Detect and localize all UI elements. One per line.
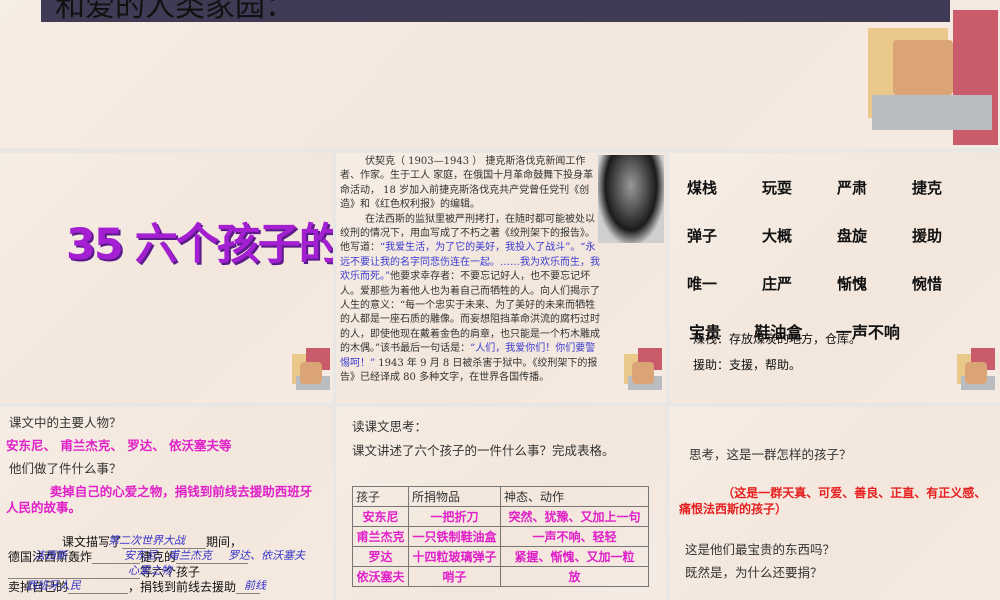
- question: 他们做了件什么事？: [9, 461, 122, 476]
- vocab-word: 严肃: [837, 179, 868, 197]
- question: 这是他们最宝贵的东西吗？: [685, 542, 836, 557]
- author-bio: 伏契克（ 1903—1943 ） 捷克斯洛伐克新闻工作者、作家。生于工人 家庭，…: [340, 155, 602, 386]
- donation-table: 孩子 所捐物品 神态、动作 安东尼 一把折刀 突然、犹豫、又加上一句 甫兰杰克 一只铁制鞋油盒…: [352, 486, 649, 587]
- slide-author-bio[interactable]: 伏契克（ 1903—1943 ） 捷克斯洛伐克新闻工作者、作家。生于工人 家庭，…: [336, 153, 666, 403]
- table-cell: 哨子: [408, 566, 501, 587]
- fill-answer: 心爱之物: [128, 564, 172, 577]
- bio-text: 他要求幸存者：不要忘记好人，也不要忘记坏人。爱那些为着他人也为着自己而牺牲的人。…: [340, 271, 600, 355]
- column-header: 孩子: [352, 486, 409, 507]
- fill-answer: 法西斯: [34, 549, 67, 562]
- vocab-definition: 援助：支援，帮助。: [693, 358, 802, 372]
- vocab-definition: 煤栈：存放煤炭的地方，仓库。: [693, 332, 862, 346]
- vocab-word: 惭愧: [837, 275, 868, 293]
- vocab-word: 捷克: [912, 179, 943, 197]
- slide-vocabulary[interactable]: 煤栈 玩耍 严肃 捷克 弹子 大概 盘旋 援助 唯一 庄严 惭愧 惋惜 宝贵 鞋油盒 一声不响 煤栈：…: [669, 153, 1000, 403]
- cat-illustration: [868, 10, 998, 145]
- table-cell: 一把折刀: [408, 506, 501, 527]
- bio-text: 1943 年 9 月 8 日被杀害于狱中。《绞刑架下的报告》已经译成 80 多种…: [340, 357, 598, 384]
- vocab-word: 援助: [912, 227, 943, 245]
- bio-paragraph: 伏契克（ 1903—1943 ） 捷克斯洛伐克新闻工作者、作家。生于工人 家庭，…: [340, 156, 594, 211]
- table-cell: 紧握、惭愧、又加一粒: [500, 546, 649, 567]
- author-photo: [598, 155, 664, 243]
- slide-reflection[interactable]: 思考，这是一群怎样的孩子？ （这是一群天真、可爱、善良、正直、有正义感、痛恨法西…: [669, 407, 1000, 600]
- lesson-title: 35 六个孩子的故事: [66, 220, 333, 270]
- cat-illustration: [957, 348, 997, 398]
- question: 既然是，为什么还要捐？: [685, 565, 823, 580]
- table-cell: 十四粒玻璃弹子: [408, 546, 501, 567]
- slide-characters[interactable]: 课文中的主要人物？ 安东尼、 甫兰杰克、 罗达、 依沃塞夫等 他们做了件什么事？…: [0, 407, 333, 600]
- vocab-word: 唯一: [687, 275, 718, 293]
- table-row: 甫兰杰克 一只铁制鞋油盒 一声不响、轻轻: [352, 526, 649, 547]
- fill-answer: 安东尼、甫兰杰克: [124, 549, 212, 562]
- cat-illustration: [292, 348, 332, 398]
- table-cell: 甫兰杰克: [352, 526, 409, 547]
- column-header: 神态、动作: [500, 486, 649, 507]
- table-cell: 安东尼: [352, 506, 409, 527]
- question: 思考，这是一群怎样的孩子？: [689, 447, 852, 462]
- vocab-word: 弹子: [687, 227, 718, 245]
- question: 课文中的主要人物？: [9, 415, 122, 430]
- question: 课文讲述了六个孩子的一件什么事？完成表格。: [352, 443, 615, 458]
- table-cell: 放: [500, 566, 649, 587]
- answer: 卖掉自己的心爱之物，捐钱到前线去援助西班牙人民的故事。: [6, 484, 313, 515]
- table-row: 依沃塞夫 哨子放: [352, 566, 649, 587]
- fill-answer: 罗达、依沃塞夫: [228, 549, 305, 562]
- vocab-word: 盘旋: [837, 227, 868, 245]
- fill-answer: 西班牙人民: [26, 579, 81, 592]
- table-row: 安东尼 一把折刀 突然、犹豫、又加上一句: [352, 506, 649, 527]
- vocab-word: 玩耍: [762, 179, 793, 197]
- slide-table[interactable]: 读课文思考： 课文讲述了六个孩子的一件什么事？完成表格。 孩子 所捐物品 神态、动作…: [336, 407, 666, 600]
- slide-banner: 和爱的人类家园：: [41, 0, 950, 22]
- table-cell: 罗达: [352, 546, 409, 567]
- vocab-word: 大概: [762, 227, 793, 245]
- fill-answer: 前线: [244, 579, 266, 592]
- vocab-word: 惋惜: [912, 275, 943, 293]
- table-cell: 一声不响、轻轻: [500, 526, 649, 547]
- answer: （这是一群天真、可爱、善良、正直、有正义感、痛恨法西斯的孩子）: [679, 486, 987, 516]
- cat-illustration: [624, 348, 664, 398]
- table-cell: 依沃塞夫: [352, 566, 409, 587]
- table-header: 孩子 所捐物品 神态、动作: [352, 486, 649, 507]
- vocabulary-grid: 煤栈 玩耍 严肃 捷克弹子 大概 盘旋 援助唯一 庄严 惭愧 惋惜: [687, 179, 987, 293]
- slide-top[interactable]: 和爱的人类家园：: [0, 0, 1000, 148]
- slide-title[interactable]: 35 六个孩子的故事: [0, 153, 333, 403]
- column-header: 所捐物品: [408, 486, 501, 507]
- table-cell: 突然、犹豫、又加上一句: [500, 506, 649, 527]
- table-cell: 一只铁制鞋油盒: [408, 526, 501, 547]
- vocab-word: 煤栈: [687, 179, 718, 197]
- answer: 安东尼、 甫兰杰克、 罗达、 依沃塞夫等: [6, 438, 232, 453]
- fill-answer: 第二次世界大战: [108, 534, 185, 547]
- heading: 读课文思考：: [352, 419, 428, 434]
- table-row: 罗达 十四粒玻璃弹子 紧握、惭愧、又加一粒: [352, 546, 649, 567]
- vocab-word: 庄严: [762, 275, 793, 293]
